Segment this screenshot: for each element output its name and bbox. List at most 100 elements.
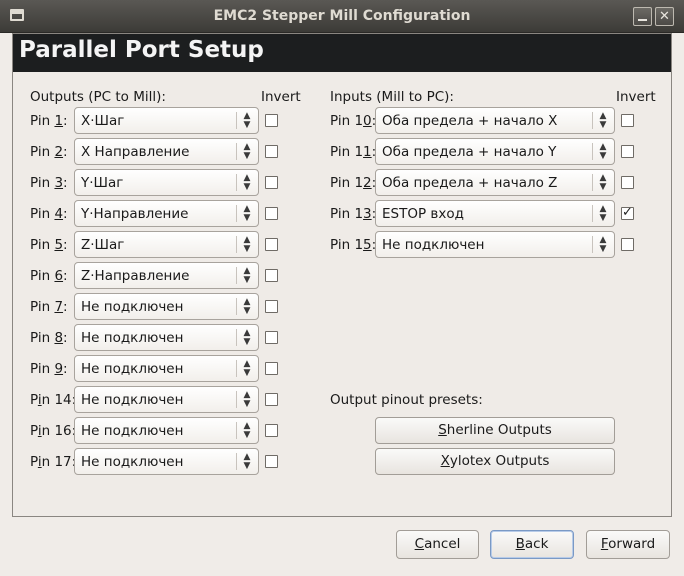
updown-arrows-icon: ▲ ▼ [243, 297, 251, 316]
invert-checkbox[interactable] [621, 114, 634, 127]
combo-separator [236, 422, 237, 439]
output-pin-label: Pin 6: [30, 268, 68, 284]
updown-arrows-icon: ▲ ▼ [599, 173, 607, 192]
sherline-mnemonic: S [438, 422, 447, 438]
forward-label: orward [608, 536, 656, 552]
xylotex-label: ylotex Outputs [449, 453, 550, 469]
output-pin-label: Pin 16: [30, 423, 77, 439]
pin-function-select[interactable]: Z·Шаг ▲ ▼ [74, 231, 259, 258]
combo-separator [236, 298, 237, 315]
inputs-label: Inputs (Mill to PC): [330, 89, 454, 105]
invert-checkbox[interactable] [265, 269, 278, 282]
invert-checkbox[interactable] [621, 176, 634, 189]
combo-separator [592, 205, 593, 222]
window-titlebar[interactable]: EMC2 Stepper Mill Configuration ✕ [0, 0, 684, 33]
xylotex-mnemonic: X [440, 453, 450, 469]
updown-arrows-icon: ▲ ▼ [599, 235, 607, 254]
output-pin-label: Pin 9: [30, 361, 68, 377]
invert-checkbox[interactable] [265, 114, 278, 127]
cancel-label: ancel [424, 536, 461, 552]
pin-function-value: Не подключен [81, 423, 184, 439]
updown-arrows-icon: ▲ ▼ [243, 111, 251, 130]
pin-function-value: Не подключен [81, 454, 184, 470]
cancel-button[interactable]: Cancel [396, 530, 479, 559]
updown-arrows-icon: ▲ ▼ [243, 390, 251, 409]
page-title: Parallel Port Setup [19, 37, 264, 63]
invert-checkbox[interactable] [265, 300, 278, 313]
combo-separator [592, 143, 593, 160]
minimize-icon[interactable] [633, 7, 652, 26]
combo-separator [236, 391, 237, 408]
pin-function-select[interactable]: Не подключен ▲ ▼ [74, 448, 259, 475]
close-icon[interactable]: ✕ [655, 7, 674, 26]
pin-function-select[interactable]: Оба предела + начало Z ▲ ▼ [375, 169, 615, 196]
cancel-mnemonic: C [414, 536, 425, 552]
invert-checkbox[interactable] [265, 362, 278, 375]
updown-arrows-icon: ▲ ▼ [243, 359, 251, 378]
combo-separator [236, 174, 237, 191]
combo-separator [592, 112, 593, 129]
output-pin-label: Pin 5: [30, 237, 68, 253]
input-pin-label: Pin 11: [330, 144, 377, 160]
sherline-outputs-button[interactable]: Sherline Outputs [375, 417, 615, 444]
invert-checkbox[interactable] [265, 424, 278, 437]
invert-checkbox[interactable] [265, 393, 278, 406]
updown-arrows-icon: ▲ ▼ [243, 421, 251, 440]
updown-arrows-icon: ▲ ▼ [243, 142, 251, 161]
invert-checkbox[interactable] [621, 238, 634, 251]
pin-function-select[interactable]: X·Шаг ▲ ▼ [74, 107, 259, 134]
input-pin-label: Pin 13: [330, 206, 377, 222]
invert-checkbox[interactable] [265, 331, 278, 344]
invert-checkbox[interactable] [265, 145, 278, 158]
pin-function-select[interactable]: X Направление ▲ ▼ [74, 138, 259, 165]
invert-checkbox[interactable] [265, 455, 278, 468]
pin-function-value: Не подключен [81, 330, 184, 346]
combo-separator [236, 267, 237, 284]
updown-arrows-icon: ▲ ▼ [243, 235, 251, 254]
pin-function-select[interactable]: Не подключен ▲ ▼ [74, 386, 259, 413]
invert-checkbox[interactable] [265, 238, 278, 251]
updown-arrows-icon: ▲ ▼ [243, 204, 251, 223]
pin-function-select[interactable]: Не подключен ▲ ▼ [74, 417, 259, 444]
pin-function-select[interactable]: Не подключен ▲ ▼ [375, 231, 615, 258]
pin-function-select[interactable]: Не подключен ▲ ▼ [74, 293, 259, 320]
invert-checkbox[interactable] [265, 176, 278, 189]
input-pin-label: Pin 10: [330, 113, 377, 129]
combo-separator [592, 174, 593, 191]
pin-function-select[interactable]: Не подключен ▲ ▼ [74, 355, 259, 382]
combo-separator [236, 143, 237, 160]
pin-function-select[interactable]: Не подключен ▲ ▼ [74, 324, 259, 351]
pin-function-value: Z·Шаг [81, 237, 125, 253]
invert-checkbox[interactable] [265, 207, 278, 220]
presets-label: Output pinout presets: [330, 392, 483, 408]
combo-separator [236, 360, 237, 377]
output-pin-label: Pin 17: [30, 454, 77, 470]
pin-function-select[interactable]: Z·Направление ▲ ▼ [74, 262, 259, 289]
pin-function-select[interactable]: Оба предела + начало X ▲ ▼ [375, 107, 615, 134]
pin-function-select[interactable]: Оба предела + начало Y ▲ ▼ [375, 138, 615, 165]
xylotex-outputs-button[interactable]: Xylotex Outputs [375, 448, 615, 475]
pin-function-value: Y·Шаг [81, 175, 124, 191]
output-pin-label: Pin 2: [30, 144, 68, 160]
pin-function-value: Не подключен [382, 237, 485, 253]
pin-function-select[interactable]: ESTOP вход ▲ ▼ [375, 200, 615, 227]
pin-function-value: Оба предела + начало Z [382, 175, 558, 191]
back-label: ack [524, 536, 549, 552]
combo-separator [236, 205, 237, 222]
pin-function-value: X·Шаг [81, 113, 125, 129]
input-pin-label: Pin 12: [330, 175, 377, 191]
back-button[interactable]: Back [490, 530, 574, 559]
invert-checkbox[interactable] [621, 145, 634, 158]
output-pin-label: Pin 7: [30, 299, 68, 315]
updown-arrows-icon: ▲ ▼ [243, 173, 251, 192]
updown-arrows-icon: ▲ ▼ [599, 142, 607, 161]
output-pin-label: Pin 14: [30, 392, 77, 408]
pin-function-value: X Направление [81, 144, 190, 160]
pin-function-value: Оба предела + начало X [382, 113, 558, 129]
pin-function-value: Оба предела + начало Y [382, 144, 557, 160]
pin-function-select[interactable]: Y·Направление ▲ ▼ [74, 200, 259, 227]
forward-button[interactable]: Forward [586, 530, 670, 559]
pin-function-select[interactable]: Y·Шаг ▲ ▼ [74, 169, 259, 196]
invert-checkbox[interactable] [621, 205, 634, 220]
updown-arrows-icon: ▲ ▼ [243, 328, 251, 347]
